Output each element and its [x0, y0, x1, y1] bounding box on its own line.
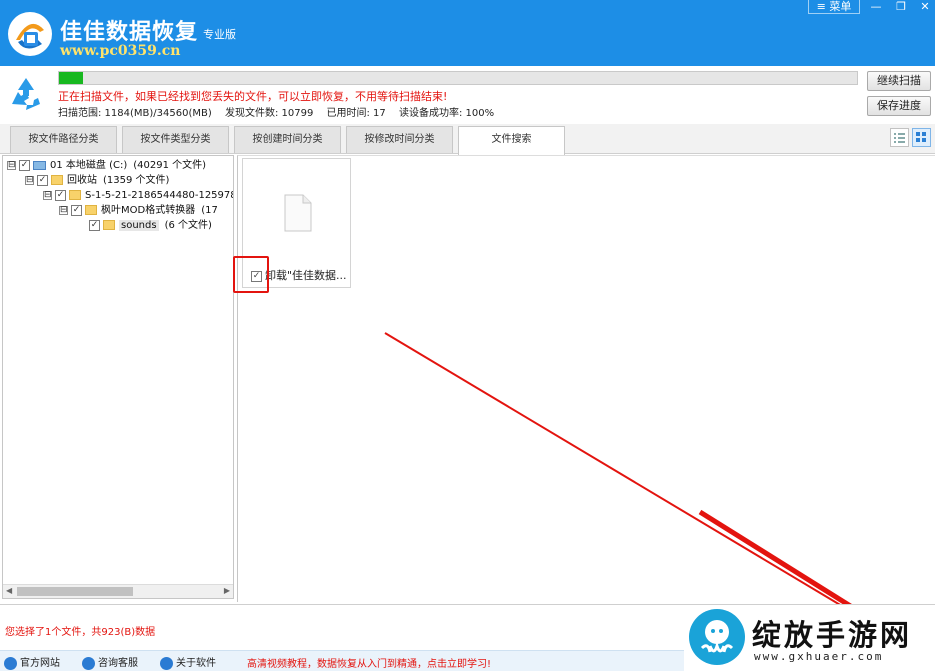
about-software-label: 关于软件	[176, 658, 216, 669]
annotation-arrow	[384, 332, 862, 615]
chat-icon	[82, 656, 95, 670]
customer-service-label: 咨询客服	[98, 658, 138, 669]
about-software-link[interactable]: 关于软件	[160, 654, 216, 670]
selection-summary: 您选择了1个文件，共923(B)数据	[5, 627, 156, 638]
info-icon	[160, 656, 173, 670]
watermark-site-url: www.gxhuaer.com	[754, 650, 884, 663]
video-tutorial-link[interactable]: 高清视频教程，数据恢复从入门到精通，点击立即学习!	[247, 655, 491, 670]
octopus-logo-icon	[689, 609, 745, 665]
customer-service-link[interactable]: 咨询客服	[82, 654, 138, 670]
home-icon	[4, 656, 17, 670]
official-site-link[interactable]: 官方网站	[4, 654, 60, 670]
watermark-site-name: 绽放手游网	[752, 618, 913, 652]
official-site-label: 官方网站	[20, 658, 60, 669]
site-watermark: 绽放手游网 www.gxhuaer.com	[684, 606, 935, 671]
